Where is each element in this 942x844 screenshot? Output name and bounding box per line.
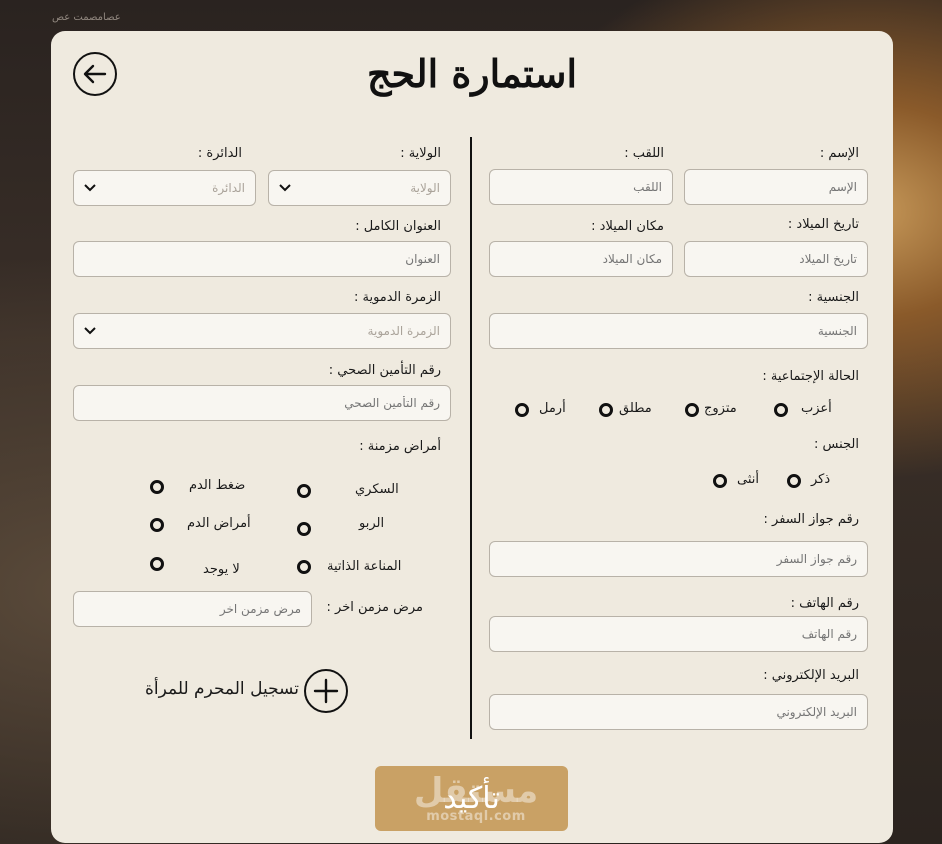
surname-input[interactable] xyxy=(489,169,673,205)
blood-type-label: الزمرة الدموية : xyxy=(353,290,441,305)
chronic-autoimmune-radio[interactable] xyxy=(297,560,311,574)
chronic-hypertension-radio[interactable] xyxy=(150,480,164,494)
gender-label: الجنس : xyxy=(814,437,859,452)
email-label: البريد الإلكتروني : xyxy=(763,668,859,683)
chevron-down-icon xyxy=(84,184,96,192)
marital-single-radio[interactable] xyxy=(774,403,788,417)
insurance-input[interactable] xyxy=(73,385,451,421)
passport-input[interactable] xyxy=(489,541,868,577)
gender-female-radio[interactable] xyxy=(713,474,727,488)
add-mahram-button[interactable] xyxy=(304,669,348,713)
pob-input[interactable] xyxy=(489,241,673,277)
nationality-label: الجنسية : xyxy=(808,290,859,305)
pob-label: مكان الميلاد : xyxy=(591,219,664,234)
nationality-input[interactable] xyxy=(489,313,868,349)
blood-type-select-value: الزمرة الدموية xyxy=(367,324,440,338)
marital-married-label: متزوج xyxy=(704,401,737,416)
phone-label: رقم الهاتف : xyxy=(790,596,859,611)
add-mahram-label[interactable]: تسجيل المحرم للمرأة xyxy=(145,679,299,699)
chronic-autoimmune-label: المناعة الذاتية xyxy=(327,559,402,574)
page-title: استمارة الحج xyxy=(366,51,578,96)
other-chronic-input[interactable] xyxy=(73,591,312,627)
hajj-form-card: استمارة الحج الإسم : اللقب : تاريخ الميل… xyxy=(51,31,893,843)
phone-input[interactable] xyxy=(489,616,868,652)
chronic-blood-diseases-radio[interactable] xyxy=(150,518,164,532)
confirm-button[interactable]: تأكيد xyxy=(375,766,568,831)
state-select-value: الولاية xyxy=(410,181,440,195)
state-select[interactable]: الولاية xyxy=(268,170,451,206)
chronic-none-radio[interactable] xyxy=(150,557,164,571)
chevron-down-icon xyxy=(279,184,291,192)
chronic-diabetes-label: السكري xyxy=(355,482,399,497)
chronic-diseases-label: أمراض مزمنة : xyxy=(359,439,441,454)
address-label: العنوان الكامل : xyxy=(355,219,441,234)
district-select[interactable]: الدائرة xyxy=(73,170,256,206)
background-watermark: عصامصمت عص xyxy=(52,12,121,23)
blood-type-select[interactable]: الزمرة الدموية xyxy=(73,313,451,349)
state-label: الولاية : xyxy=(400,146,441,161)
marital-divorced-radio[interactable] xyxy=(599,403,613,417)
marital-widowed-label: أرمل xyxy=(539,401,566,416)
marital-widowed-radio[interactable] xyxy=(515,403,529,417)
gender-female-label: أنثى xyxy=(737,472,759,487)
gender-male-radio[interactable] xyxy=(787,474,801,488)
name-input[interactable] xyxy=(684,169,868,205)
email-input[interactable] xyxy=(489,694,868,730)
marital-divorced-label: مطلق xyxy=(619,401,652,416)
marital-single-label: أعزب xyxy=(801,401,832,416)
marital-married-radio[interactable] xyxy=(685,403,699,417)
chevron-down-icon xyxy=(84,327,96,335)
insurance-label: رقم التأمين الصحي : xyxy=(328,363,441,378)
dob-input[interactable] xyxy=(684,241,868,277)
gender-male-label: ذكر xyxy=(811,472,831,487)
column-divider xyxy=(470,137,472,739)
chronic-diabetes-radio[interactable] xyxy=(297,484,311,498)
chronic-hypertension-label: ضغط الدم xyxy=(189,478,246,493)
chronic-none-label: لا يوجد xyxy=(203,562,240,577)
district-label: الدائرة : xyxy=(197,146,242,161)
passport-label: رقم جواز السفر : xyxy=(763,512,859,527)
chronic-asthma-label: الربو xyxy=(359,516,385,531)
chronic-asthma-radio[interactable] xyxy=(297,522,311,536)
dob-label: تاريخ الميلاد : xyxy=(787,217,859,232)
surname-label: اللقب : xyxy=(624,146,664,161)
other-chronic-label: مرض مزمن اخر : xyxy=(326,600,423,615)
address-input[interactable] xyxy=(73,241,451,277)
name-label: الإسم : xyxy=(819,146,859,161)
district-select-value: الدائرة xyxy=(212,181,245,195)
plus-icon xyxy=(313,678,339,704)
marital-status-label: الحالة الإجتماعية : xyxy=(762,369,859,384)
chronic-blood-diseases-label: أمراض الدم xyxy=(187,516,251,531)
